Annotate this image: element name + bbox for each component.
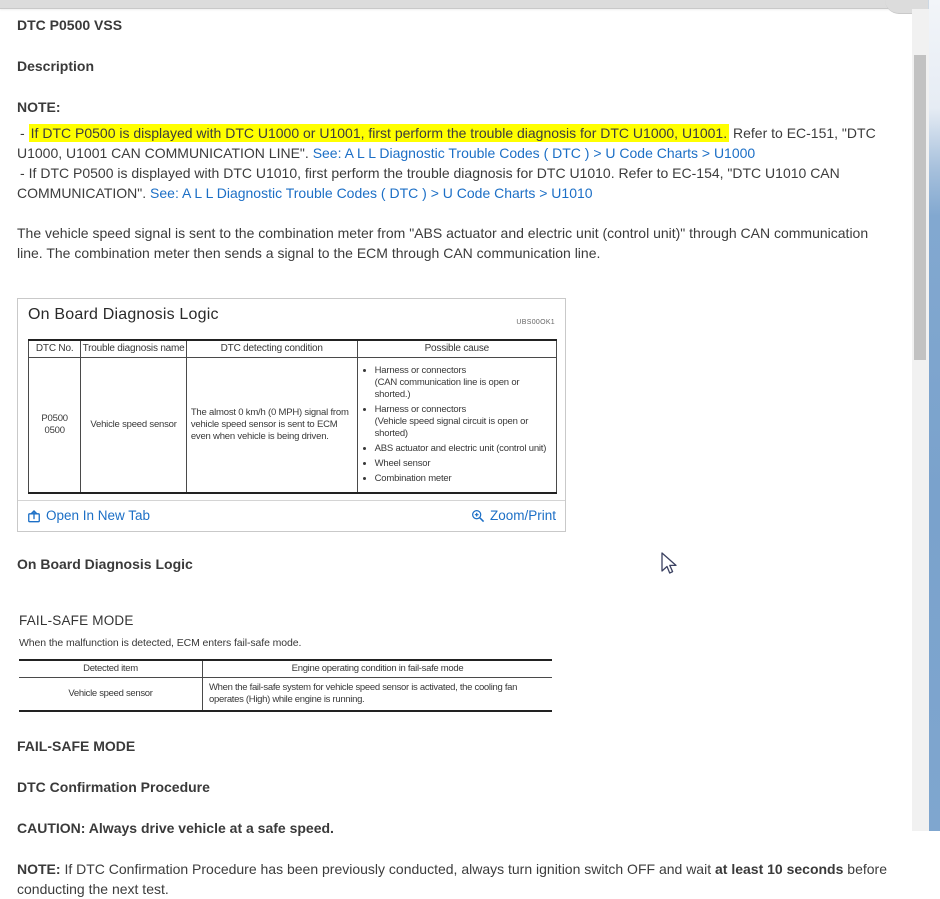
right-panel-edge	[928, 0, 940, 831]
figure1-scan-area: On Board Diagnosis Logic UBS00OK1 DTC No…	[18, 299, 565, 500]
final-note-paragraph: NOTE: If DTC Confirmation Procedure has …	[17, 859, 895, 899]
description-heading: Description	[17, 58, 95, 74]
zoom-icon	[471, 509, 485, 523]
cause-item: Harness or connectors(Vehicle speed sign…	[375, 404, 552, 440]
operating-condition-cell: When the fail-safe system for vehicle sp…	[202, 677, 552, 711]
figure2-subtitle: When the malfunction is detected, ECM en…	[19, 637, 302, 649]
intro-paragraph: The vehicle speed signal is sent to the …	[17, 225, 869, 261]
zoom-print-button[interactable]: Zoom/Print	[471, 506, 556, 526]
fail-safe-table: Detected item Engine operating condition…	[19, 659, 552, 712]
scrollbar-track[interactable]	[912, 9, 929, 831]
detecting-condition-cell: The almost 0 km/h (0 MPH) signal from ve…	[185, 357, 358, 494]
fail-safe-header-item: Detected item	[19, 660, 203, 678]
final-note-bold: at least 10 seconds	[714, 861, 844, 877]
note-paragraph: - If DTC P0500 is displayed with DTC U100…	[17, 123, 895, 203]
note1-dash: -	[20, 125, 25, 141]
failsafe-heading: FAIL-SAFE MODE	[17, 738, 136, 754]
obdl-heading: On Board Diagnosis Logic	[17, 556, 193, 572]
cause-item: ABS actuator and electric unit (control …	[375, 443, 552, 455]
see-link-u1010[interactable]: See: A L L Diagnostic Trouble Codes ( DT…	[150, 185, 593, 201]
fail-safe-row: Vehicle speed sensor When the fail-safe …	[19, 677, 552, 711]
fail-safe-header-condition: Engine operating condition in fail-safe …	[202, 660, 552, 678]
final-note-before: If DTC Confirmation Procedure has been p…	[60, 861, 715, 877]
fail-safe-header-row: Detected item Engine operating condition…	[19, 660, 552, 678]
dtc-table-header-dtc-no: DTC No.	[27, 339, 82, 358]
scrollbar-thumb[interactable]	[914, 55, 926, 360]
dtc-no-line2: 0500	[44, 425, 65, 436]
dtc-table-row: P0500 0500 Vehicle speed sensor The almo…	[27, 357, 558, 494]
cause-item: Wheel sensor	[375, 458, 552, 470]
note-heading: NOTE:	[17, 99, 61, 115]
dtc-no-line1: P0500	[41, 413, 68, 424]
figure-on-board-diagnosis: On Board Diagnosis Logic UBS00OK1 DTC No…	[17, 298, 566, 532]
open-in-new-tab-label: Open In New Tab	[46, 508, 151, 523]
document-content: DTC P0500 VSS Description NOTE: - If DTC …	[17, 10, 895, 899]
caution-text: CAUTION: Always drive vehicle at a safe …	[17, 820, 334, 836]
figure-fail-safe-mode: FAIL-SAFE MODE When the malfunction is d…	[19, 611, 552, 712]
dtc-table-header-name: Trouble diagnosis name	[80, 339, 187, 358]
page-title: DTC P0500 VSS	[17, 17, 123, 33]
detected-item-cell: Vehicle speed sensor	[68, 688, 153, 699]
dtc-table-header-cause: Possible cause	[356, 339, 558, 358]
see-link-u1000[interactable]: See: A L L Diagnostic Trouble Codes ( DT…	[313, 145, 756, 161]
dtc-table: DTC No. Trouble diagnosis name DTC detec…	[27, 339, 558, 494]
open-in-new-tab-button[interactable]: Open In New Tab	[27, 506, 150, 526]
figure2-title: FAIL-SAFE MODE	[19, 613, 134, 628]
dtc-table-header-row: DTC No. Trouble diagnosis name DTC detec…	[27, 339, 558, 358]
dtc-confirmation-heading: DTC Confirmation Procedure	[17, 779, 210, 795]
cause-item: Harness or connectors(CAN communication …	[375, 365, 552, 401]
zoom-print-label: Zoom/Print	[489, 508, 556, 523]
dtc-table-header-condition: DTC detecting condition	[185, 339, 358, 358]
possible-cause-cell: Harness or connectors(CAN communication …	[356, 357, 558, 494]
figure1-title: On Board Diagnosis Logic	[28, 306, 219, 323]
window-top-bar	[0, 0, 929, 9]
note2-dash: -	[20, 165, 25, 181]
dtc-no-cell: P0500 0500	[27, 357, 82, 494]
open-new-tab-icon	[27, 509, 41, 523]
final-note-label: NOTE:	[17, 861, 61, 877]
diagnosis-name-cell: Vehicle speed sensor	[80, 357, 187, 494]
highlighted-text: If DTC P0500 is displayed with DTC U1000…	[28, 124, 730, 142]
figure1-code: UBS00OK1	[516, 319, 555, 326]
figure1-footer: Open In New Tab Zoom/Print	[18, 500, 565, 531]
cause-item: Combination meter	[375, 473, 552, 485]
